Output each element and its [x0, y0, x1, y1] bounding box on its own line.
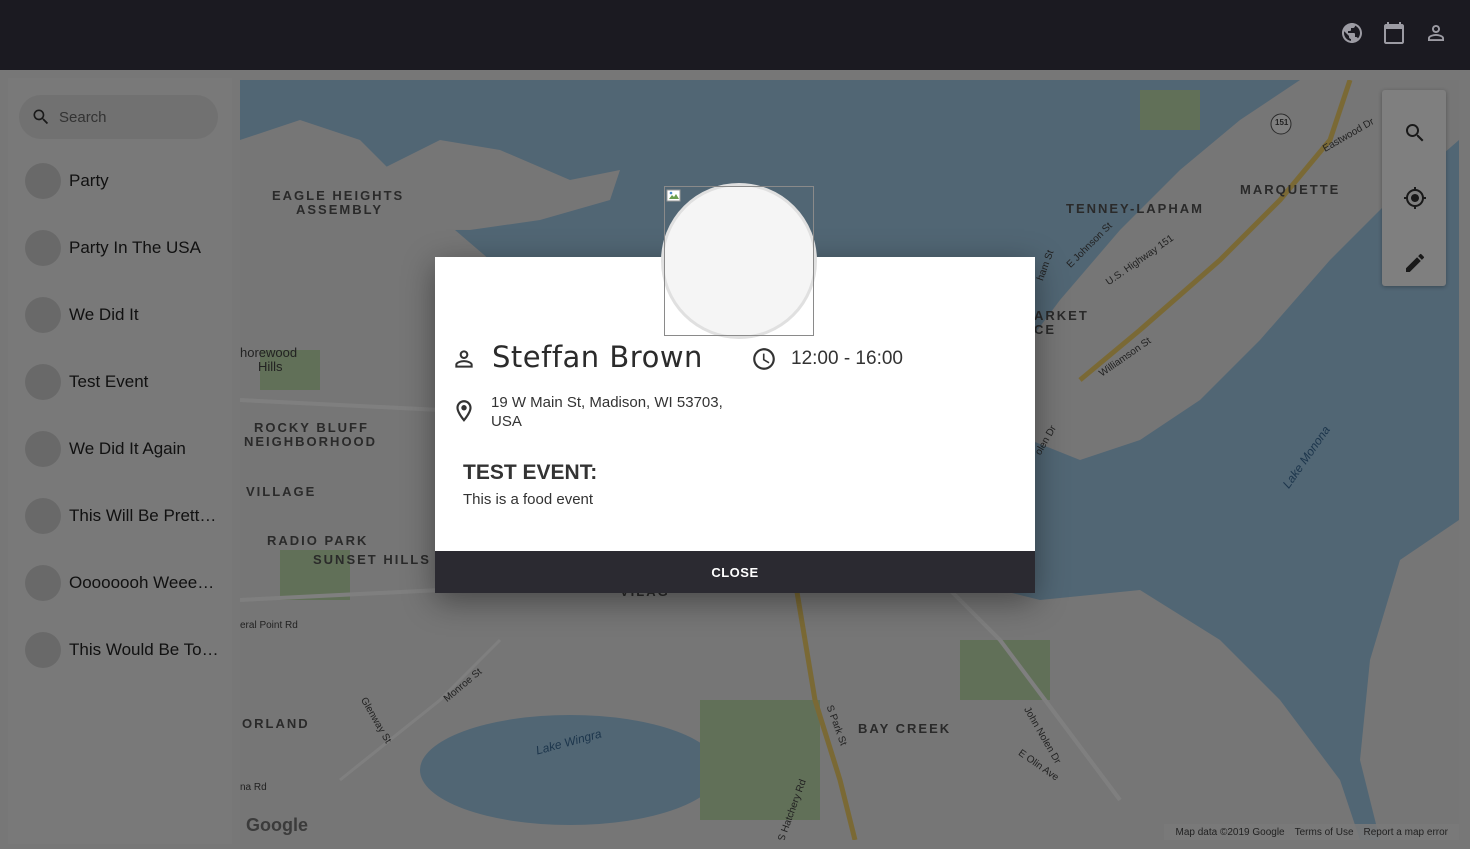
host-name: Steffan Brown — [492, 340, 703, 374]
location-pin-icon — [450, 397, 478, 425]
event-address: 19 W Main St, Madison, WI 53703, USA — [491, 394, 723, 430]
calendar-icon[interactable] — [1381, 20, 1407, 46]
close-button[interactable]: CLOSE — [435, 551, 1035, 593]
top-app-bar — [0, 0, 1470, 70]
host-image-frame — [664, 186, 814, 336]
broken-image-icon — [666, 189, 681, 202]
globe-icon[interactable] — [1339, 20, 1365, 46]
person-icon[interactable] — [1423, 20, 1449, 46]
person-icon — [450, 345, 478, 373]
event-description: This is a food event — [463, 491, 594, 508]
clock-icon — [750, 345, 778, 373]
event-title: TEST EVENT: — [463, 461, 598, 484]
event-time: 12:00 - 16:00 — [791, 348, 903, 369]
